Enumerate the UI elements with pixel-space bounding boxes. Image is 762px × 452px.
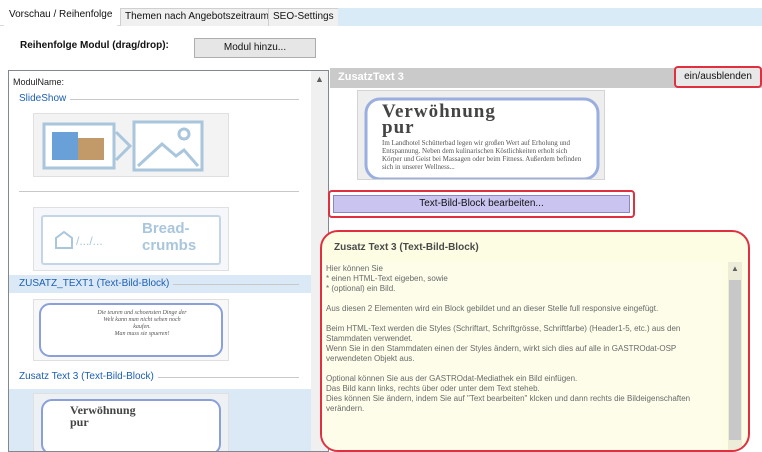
scroll-up-icon[interactable]: ▲ bbox=[728, 262, 742, 276]
group-divider bbox=[19, 191, 299, 192]
group-title-zusatz-text3[interactable]: Zusatz Text 3 (Text-Bild-Block) bbox=[19, 371, 158, 382]
tab-seo-settings[interactable]: SEO-Settings bbox=[268, 8, 339, 26]
add-module-button[interactable]: Modul hinzu... bbox=[194, 38, 316, 58]
info-paragraph-3: Beim HTML-Text werden die Styles (Schrif… bbox=[326, 324, 681, 363]
scroll-up-icon[interactable]: ▲ bbox=[311, 71, 328, 88]
edit-button-highlight: Text-Bild-Block bearbeiten... bbox=[328, 190, 635, 218]
breadcrumbs-label-1: Bread- bbox=[142, 220, 190, 237]
thumb-text-line-4: Man muss sie spueren! bbox=[114, 331, 170, 337]
thumb-text-line-3: kaufen. bbox=[133, 324, 151, 330]
thumb-text-line-1: Die teuren und schoensten Dinge der bbox=[97, 310, 187, 316]
breadcrumbs-path: /.../... bbox=[76, 234, 103, 248]
tab-bar: Vorschau / Reihenfolge Themen nach Angeb… bbox=[0, 0, 762, 26]
info-text-area[interactable]: Hier können Sie * einen HTML-Text eigebe… bbox=[322, 262, 722, 450]
slideshow-thumbnail[interactable] bbox=[33, 113, 229, 177]
preview-heading-2: pur bbox=[382, 117, 415, 138]
preview-body-text: Im Landhotel Schütterbad legen wir große… bbox=[382, 139, 582, 171]
order-label: Reihenfolge Modul (drag/drop): bbox=[20, 40, 169, 51]
breadcrumbs-thumbnail[interactable]: /.../... Bread- crumbs bbox=[33, 207, 229, 271]
edit-text-image-block-button[interactable]: Text-Bild-Block bearbeiten... bbox=[333, 195, 630, 213]
tab-themen-nach-angebotszeitraum[interactable]: Themen nach Angebotszeitraum bbox=[120, 8, 274, 26]
tab-strip-fill bbox=[338, 8, 762, 26]
tab-vorschau-reihenfolge[interactable]: Vorschau / Reihenfolge bbox=[4, 6, 118, 26]
group-title-slideshow[interactable]: SlideShow bbox=[19, 93, 71, 104]
info-title: Zusatz Text 3 (Text-Bild-Block) bbox=[334, 242, 479, 253]
breadcrumbs-label-2: crumbs bbox=[142, 237, 197, 254]
info-paragraph-1: Hier können Sie * einen HTML-Text eigebe… bbox=[326, 264, 448, 293]
thumb-text-line-2: Welt kann man nicht sehen noch bbox=[103, 317, 181, 323]
text-block-frame-icon bbox=[39, 303, 223, 357]
detail-title: ZusatzText 3 bbox=[338, 71, 404, 83]
module-preview: Verwöhnung pur Im Landhotel Schütterbad … bbox=[357, 90, 605, 180]
thumb-heading-2: pur bbox=[70, 415, 89, 429]
info-panel: Zusatz Text 3 (Text-Bild-Block) Hier kön… bbox=[320, 230, 750, 452]
group-title-zusatz-text1[interactable]: ZUSATZ_TEXT1 (Text-Bild-Block) bbox=[19, 278, 174, 289]
module-list[interactable]: ModulName: SlideShow /.../... Bread- cru… bbox=[8, 70, 329, 452]
zusatz-text3-thumbnail[interactable]: Verwöhnung pur bbox=[33, 393, 229, 451]
info-paragraph-4: Optional können Sie aus der GASTROdat-Me… bbox=[326, 374, 691, 413]
zusatz-text1-thumbnail[interactable]: Die teuren und schoensten Dinge der Welt… bbox=[33, 299, 229, 361]
module-list-content: ModulName: SlideShow /.../... Bread- cru… bbox=[9, 71, 312, 451]
info-paragraph-2: Aus diesen 2 Elementen wird ein Block ge… bbox=[326, 304, 659, 313]
slideshow-image-icon bbox=[42, 120, 204, 172]
module-name-column-header: ModulName: bbox=[13, 77, 65, 87]
show-hide-button[interactable]: ein/ausblenden bbox=[674, 66, 762, 88]
breadcrumbs-icon bbox=[41, 215, 221, 265]
info-scroll-thumb[interactable] bbox=[729, 280, 741, 440]
